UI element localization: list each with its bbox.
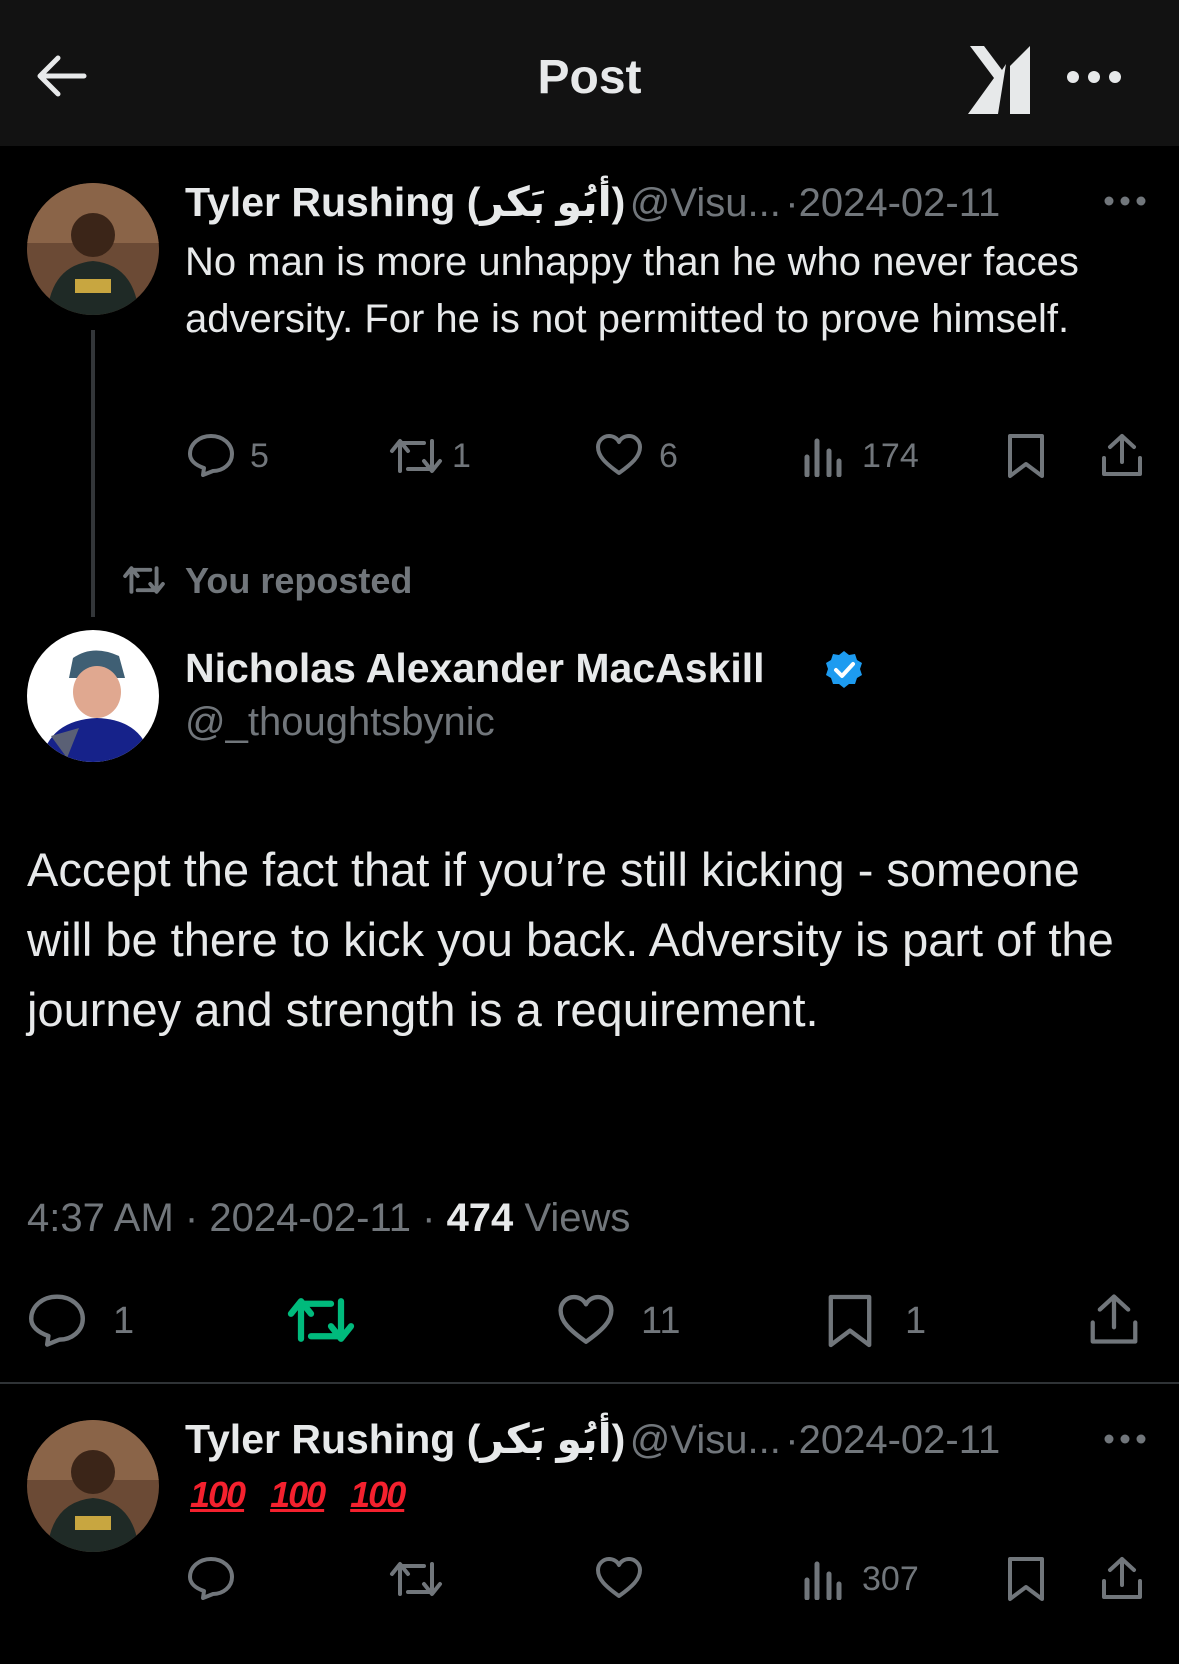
reply-icon[interactable] bbox=[27, 1293, 87, 1347]
author-handle[interactable]: @_thoughtsbynic bbox=[185, 700, 495, 745]
reply-icon[interactable] bbox=[187, 433, 235, 477]
reply-count: 1 bbox=[113, 1300, 135, 1342]
post-time: 4:37 AM bbox=[27, 1196, 174, 1240]
grok-x-logo-icon[interactable] bbox=[964, 44, 1034, 116]
hundred-points-emoji: 100 bbox=[190, 1474, 246, 1515]
author-handle[interactable]: @Visu... bbox=[630, 181, 781, 225]
main-post-text: Accept the fact that if you’re still kic… bbox=[27, 843, 1114, 1036]
views-count[interactable]: 474 bbox=[447, 1196, 514, 1240]
views-count: 174 bbox=[862, 437, 919, 475]
meta-separator: · bbox=[785, 181, 799, 225]
views-count: 307 bbox=[862, 1560, 919, 1598]
views-icon[interactable] bbox=[803, 1560, 843, 1600]
like-count: 11 bbox=[641, 1300, 681, 1342]
bookmark-count: 1 bbox=[905, 1300, 927, 1342]
reply-post-text: 100 100 100 bbox=[190, 1474, 430, 1516]
like-icon[interactable] bbox=[557, 1293, 615, 1347]
post-date[interactable]: 2024-02-11 bbox=[799, 1418, 1001, 1462]
repost-banner-label: You reposted bbox=[185, 560, 413, 601]
thread-connector-line bbox=[91, 330, 95, 617]
repost-count: 1 bbox=[452, 437, 471, 475]
post-timestamp-row: 4:37 AM · 2024-02-11 · 474 Views bbox=[27, 1196, 630, 1241]
section-divider bbox=[0, 1382, 1179, 1384]
main-post-author-row: Nicholas Alexander MacAskill bbox=[185, 645, 765, 692]
reposted-indicator-icon bbox=[122, 563, 166, 597]
parent-post-text: No man is more unhappy than he who never… bbox=[185, 240, 1079, 341]
author-display-name[interactable]: Tyler Rushing (أبُو بَكر) bbox=[185, 1416, 625, 1462]
avatar-tyler-rushing[interactable] bbox=[27, 183, 159, 315]
repost-icon[interactable] bbox=[388, 435, 444, 477]
post-menu-icon[interactable] bbox=[1104, 196, 1146, 206]
author-handle[interactable]: @Visu... bbox=[630, 1418, 781, 1462]
post-date: 2024-02-11 bbox=[209, 1196, 411, 1240]
hundred-points-emoji: 100 bbox=[350, 1474, 406, 1515]
author-display-name[interactable]: Nicholas Alexander MacAskill bbox=[185, 645, 765, 691]
meta-separator: · bbox=[184, 1196, 199, 1240]
post-date[interactable]: 2024-02-11 bbox=[799, 181, 1001, 225]
share-icon[interactable] bbox=[1100, 1555, 1144, 1601]
share-icon[interactable] bbox=[1100, 432, 1144, 478]
author-display-name[interactable]: Tyler Rushing (أبُو بَكر) bbox=[185, 179, 625, 225]
more-options-icon[interactable] bbox=[1066, 70, 1122, 84]
reply-post-header: Tyler Rushing (أبُو بَكر) @Visu... ·2024… bbox=[185, 1415, 1145, 1463]
views-label[interactable]: Views bbox=[524, 1196, 630, 1240]
like-count: 6 bbox=[659, 437, 678, 475]
views-icon[interactable] bbox=[803, 437, 843, 477]
hundred-points-emoji: 100 bbox=[270, 1474, 326, 1515]
verified-badge-icon bbox=[824, 650, 864, 690]
parent-post-header: Tyler Rushing (أبُو بَكر) @Visu... ·2024… bbox=[185, 178, 1145, 226]
meta-separator: · bbox=[422, 1196, 436, 1240]
reply-icon[interactable] bbox=[187, 1556, 235, 1600]
post-menu-icon[interactable] bbox=[1104, 1434, 1146, 1444]
avatar-tyler-rushing[interactable] bbox=[27, 1420, 159, 1552]
bookmark-icon[interactable] bbox=[826, 1291, 874, 1351]
repost-active-icon[interactable] bbox=[286, 1293, 356, 1347]
avatar-nicholas-macaskill[interactable] bbox=[27, 630, 159, 762]
share-icon[interactable] bbox=[1088, 1291, 1140, 1347]
repost-icon[interactable] bbox=[388, 1558, 444, 1600]
like-icon[interactable] bbox=[595, 433, 643, 477]
like-icon[interactable] bbox=[595, 1556, 643, 1600]
meta-separator: · bbox=[785, 1418, 799, 1462]
bookmark-icon[interactable] bbox=[1006, 1555, 1046, 1603]
reply-count: 5 bbox=[250, 437, 269, 475]
bookmark-icon[interactable] bbox=[1006, 432, 1046, 480]
